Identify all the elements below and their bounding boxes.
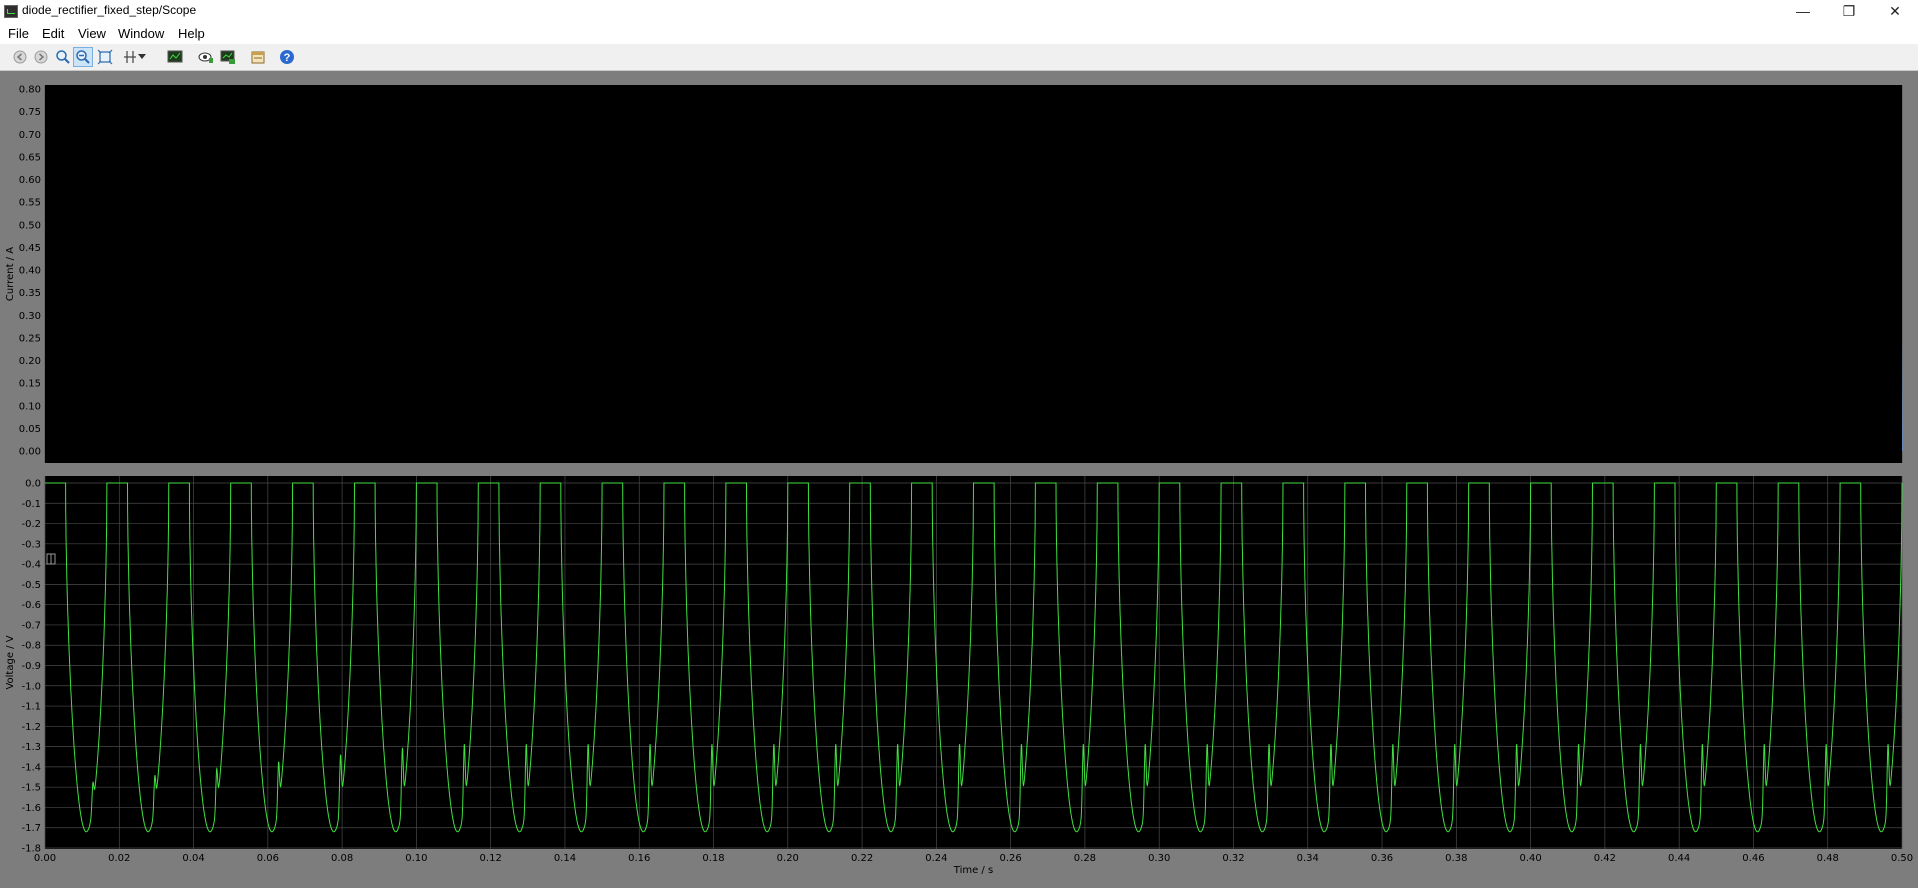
x-tick-label: 0.20: [777, 853, 799, 864]
x-tick-label: 0.26: [1000, 853, 1022, 864]
y-tick-label: 0.0: [25, 479, 41, 490]
menu-bar: File Edit View Window Help: [0, 22, 1918, 44]
toolbar: ?: [0, 44, 1918, 71]
x-tick-label: 0.44: [1668, 853, 1690, 864]
x-tick-label: 0.06: [257, 853, 279, 864]
y-tick-label: -1.3: [21, 742, 41, 753]
x-tick-label: 0.46: [1742, 853, 1764, 864]
y-tick-label: -1.7: [21, 823, 41, 834]
y-tick-label: 0.55: [19, 198, 41, 209]
voltage-axis-label: Voltage / V: [5, 635, 16, 689]
current-y-ticks: 0.80 0.75 0.70 0.65 0.60 0.55 0.50 0.45 0.40 0.35…: [19, 85, 41, 458]
y-tick-label: 0.00: [19, 447, 41, 458]
x-tick-label: 0.50: [1891, 853, 1913, 864]
y-tick-label: 0.50: [19, 220, 41, 231]
y-tick-label: 0.40: [19, 266, 41, 277]
y-tick-label: 0.60: [19, 175, 41, 186]
voltage-plot[interactable]: 0.0 -0.1 -0.2 -0.3 -0.4 -0.5 -0.6 -0.7 -0.8 -0.9 -…: [5, 476, 1913, 876]
y-tick-label: -0.4: [21, 560, 41, 571]
y-tick-label: -0.6: [21, 600, 41, 611]
y-tick-label: 0.45: [19, 243, 41, 254]
x-tick-label: 0.28: [1074, 853, 1096, 864]
y-tick-label: 0.15: [19, 379, 41, 390]
minimize-button[interactable]: —: [1780, 0, 1826, 22]
y-tick-label: 0.80: [19, 85, 41, 96]
zoom-out-icon[interactable]: [73, 47, 93, 67]
y-tick-label: -1.2: [21, 722, 41, 733]
y-tick-label: -0.8: [21, 641, 41, 652]
y-tick-label: -1.5: [21, 783, 41, 794]
x-tick-label: 0.16: [628, 853, 650, 864]
menu-help[interactable]: Help: [178, 26, 205, 41]
y-tick-label: -0.3: [21, 539, 41, 550]
x-tick-label: 0.12: [480, 853, 502, 864]
time-x-ticks: 0.00 0.02 0.04 0.06 0.08 0.10 0.12 0.14 0.16 0.18…: [34, 853, 1913, 864]
y-tick-label: -0.5: [21, 580, 41, 591]
x-tick-label: 0.02: [108, 853, 130, 864]
settings-icon[interactable]: [248, 47, 268, 67]
x-tick-label: 0.10: [405, 853, 427, 864]
zoom-fit-icon[interactable]: [95, 47, 115, 67]
zoom-icon[interactable]: [53, 47, 73, 67]
y-tick-label: -0.7: [21, 620, 41, 631]
y-tick-label: 0.05: [19, 424, 41, 435]
view-icon[interactable]: [196, 47, 216, 67]
forward-icon[interactable]: [31, 47, 51, 67]
y-tick-label: 0.10: [19, 401, 41, 412]
time-axis-label: Time / s: [953, 865, 993, 876]
menu-edit[interactable]: Edit: [42, 26, 64, 41]
x-tick-label: 0.24: [925, 853, 947, 864]
y-tick-label: 0.75: [19, 107, 41, 118]
x-tick-label: 0.14: [554, 853, 576, 864]
y-tick-label: -1.1: [21, 702, 41, 713]
x-tick-label: 0.34: [1297, 853, 1319, 864]
y-tick-label: -0.2: [21, 519, 41, 530]
svg-text:?: ?: [284, 52, 291, 64]
x-tick-label: 0.18: [702, 853, 724, 864]
x-tick-label: 0.30: [1148, 853, 1170, 864]
scope-app-icon: [4, 5, 18, 18]
restore-button[interactable]: ❐: [1826, 0, 1872, 22]
y-tick-label: -0.1: [21, 499, 41, 510]
current-axis-label: Current / A: [5, 247, 16, 301]
y-tick-label: 0.30: [19, 311, 41, 322]
y-tick-label: 0.20: [19, 356, 41, 367]
help-icon[interactable]: ?: [277, 47, 297, 67]
y-tick-label: -1.6: [21, 803, 41, 814]
x-tick-label: 0.42: [1594, 853, 1616, 864]
menu-view[interactable]: View: [78, 26, 106, 41]
y-tick-label: -0.9: [21, 661, 41, 672]
x-tick-label: 0.08: [331, 853, 353, 864]
scope-plots: 0.80 0.75 0.70 0.65 0.60 0.55 0.50 0.45 0.40 0.35…: [5, 85, 1913, 877]
x-tick-label: 0.48: [1817, 853, 1839, 864]
x-tick-label: 0.00: [34, 853, 56, 864]
y-tick-label: 0.25: [19, 333, 41, 344]
display-icon[interactable]: [165, 47, 185, 67]
x-tick-label: 0.04: [182, 853, 204, 864]
voltage-y-ticks: 0.0 -0.1 -0.2 -0.3 -0.4 -0.5 -0.6 -0.7 -0.8 -0.9 -…: [21, 479, 41, 855]
y-tick-label: 0.35: [19, 288, 41, 299]
y-tick-label: 0.65: [19, 152, 41, 163]
close-button[interactable]: ✕: [1872, 0, 1918, 22]
x-tick-label: 0.32: [1222, 853, 1244, 864]
title-bar: diode_rectifier_fixed_step/Scope — ❐ ✕: [0, 0, 1918, 22]
export-icon[interactable]: [218, 47, 238, 67]
y-tick-label: -1.4: [21, 762, 41, 773]
menu-window[interactable]: Window: [118, 26, 164, 41]
current-plot[interactable]: 0.80 0.75 0.70 0.65 0.60 0.55 0.50 0.45 0.40 0.35…: [5, 85, 1903, 464]
menu-file[interactable]: File: [8, 26, 29, 41]
y-tick-label: 0.70: [19, 130, 41, 141]
x-tick-label: 0.22: [851, 853, 873, 864]
y-tick-label: -1.0: [21, 681, 41, 692]
back-icon[interactable]: [10, 47, 30, 67]
x-tick-label: 0.40: [1519, 853, 1541, 864]
window-title: diode_rectifier_fixed_step/Scope: [22, 3, 197, 17]
x-tick-label: 0.36: [1371, 853, 1393, 864]
x-tick-label: 0.38: [1445, 853, 1467, 864]
dropdown-icon[interactable]: [136, 47, 148, 67]
